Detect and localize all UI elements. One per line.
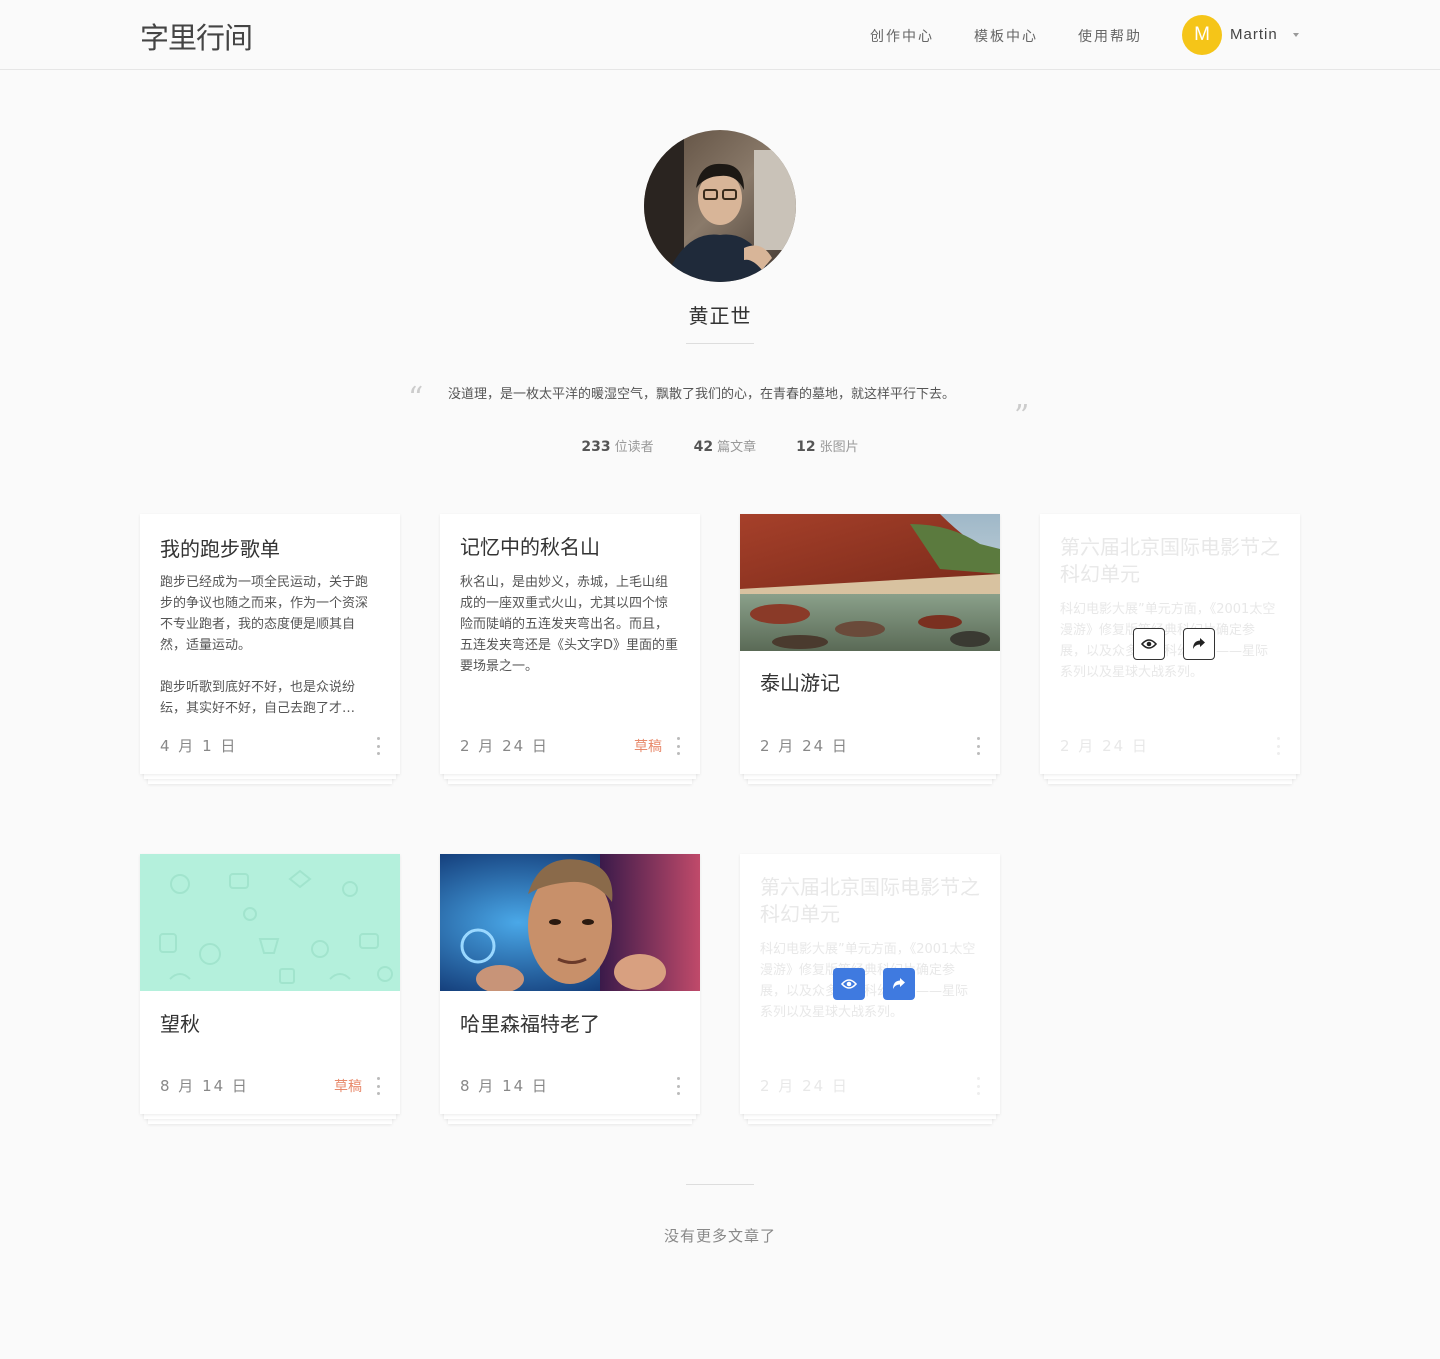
more-icon[interactable]: [374, 737, 382, 755]
quote-open-icon: “: [408, 381, 424, 416]
top-navbar: 字里行间 创作中心 模板中心 使用帮助 M Martin: [0, 0, 1440, 70]
divider: [686, 1184, 754, 1185]
divider: [686, 343, 754, 344]
card-title[interactable]: 我的跑步歌单: [160, 536, 384, 563]
caret-down-icon[interactable]: [1293, 33, 1299, 37]
card-excerpt: 跑步已经成为一项全民运动，关于跑步的争议也随之而来，作为一个资深不专业跑者，我的…: [160, 575, 369, 653]
share-button[interactable]: [883, 968, 915, 1000]
card-date: 2 月 24 日: [760, 1077, 849, 1095]
profile-name: 黄正世: [688, 304, 752, 328]
stat-value: 42: [693, 439, 714, 455]
profile-bio: 没道理，是一枚太平洋的暖湿空气，飘散了我们的心，在青春的墓地，就这样平行下去。: [448, 387, 956, 402]
share-button[interactable]: [1183, 628, 1215, 660]
profile-avatar[interactable]: [644, 130, 796, 282]
card-date: 4 月 1 日: [160, 737, 238, 755]
stat-value: 233: [581, 439, 611, 455]
card-title[interactable]: 哈里森福特老了: [460, 1011, 684, 1038]
end-of-list-message: 没有更多文章了: [663, 1227, 776, 1245]
stat-value: 12: [796, 439, 816, 455]
card-date: 8 月 14 日: [460, 1077, 549, 1095]
card-date: 2 月 24 日: [1060, 737, 1149, 755]
share-icon: [1192, 635, 1206, 654]
more-icon[interactable]: [974, 737, 982, 755]
stat-readers[interactable]: 233 位读者: [581, 436, 653, 455]
card-excerpt: 跑步听歌到底好不好，也是众说纷纭，其实好不好，自己去跑了才…: [160, 680, 356, 716]
profile-stats: 233 位读者 42 篇文章 12 张图片: [0, 436, 1440, 455]
card-cover-image[interactable]: [440, 854, 700, 991]
card-excerpt: 秋名山，是由妙义，赤城，上毛山组成的一座双重式火山，尤其以四个惊险而陡峭的五连发…: [460, 575, 679, 674]
card-excerpt: 科幻电影大展”单元方面，《2001太空漫游》修复版等经典科幻片确定参展，以及众多…: [760, 942, 976, 1020]
stat-articles[interactable]: 42 篇文章: [694, 436, 757, 455]
article-card[interactable]: 泰山游记 2 月 24 日: [740, 514, 1000, 784]
nav-template-center[interactable]: 模板中心: [974, 26, 1038, 46]
card-title[interactable]: 第六届北京国际电影节之科幻单元: [1060, 534, 1284, 588]
share-icon: [892, 975, 906, 994]
article-card-hover[interactable]: 第六届北京国际电影节之科幻单元 科幻电影大展”单元方面，《2001太空漫游》修复…: [740, 854, 1000, 1124]
site-logo[interactable]: 字里行间: [140, 15, 253, 57]
draft-badge: 草稿: [334, 1079, 362, 1095]
preview-button[interactable]: [1133, 628, 1165, 660]
card-title[interactable]: 记忆中的秋名山: [460, 534, 684, 561]
more-icon[interactable]: [1274, 737, 1282, 755]
article-card[interactable]: 哈里森福特老了 8 月 14 日: [440, 854, 700, 1124]
article-card[interactable]: 我的跑步歌单 跑步已经成为一项全民运动，关于跑步的争议也随之而来，作为一个资深不…: [140, 514, 400, 784]
eye-icon: [840, 975, 858, 994]
stat-label: 张图片: [819, 440, 859, 455]
article-card[interactable]: 望秋 8 月 14 日 草稿: [140, 854, 400, 1124]
card-cover-image[interactable]: [140, 854, 400, 991]
stat-label: 篇文章: [717, 440, 757, 455]
card-date: 2 月 24 日: [460, 737, 549, 755]
more-icon[interactable]: [674, 737, 682, 755]
more-icon[interactable]: [374, 1077, 382, 1095]
quote-close-icon: ”: [1014, 399, 1030, 434]
stat-images[interactable]: 12 张图片: [796, 436, 859, 455]
eye-icon: [1140, 635, 1158, 654]
card-date: 8 月 14 日: [160, 1077, 249, 1095]
card-excerpt: 科幻电影大展”单元方面，《2001太空漫游》修复版等经典科幻片确定参展，以及众多…: [1060, 602, 1276, 680]
article-card-hover[interactable]: 第六届北京国际电影节之科幻单元 科幻电影大展”单元方面，《2001太空漫游》修复…: [1040, 514, 1300, 784]
preview-button[interactable]: [833, 968, 865, 1000]
stat-label: 位读者: [614, 440, 654, 455]
user-name[interactable]: Martin: [1230, 26, 1278, 43]
user-avatar[interactable]: M: [1182, 15, 1222, 55]
card-cover-image[interactable]: [740, 514, 1000, 651]
draft-badge: 草稿: [634, 739, 662, 755]
article-card[interactable]: 记忆中的秋名山 秋名山，是由妙义，赤城，上毛山组成的一座双重式火山，尤其以四个惊…: [440, 514, 700, 784]
nav-help[interactable]: 使用帮助: [1078, 26, 1142, 46]
card-title[interactable]: 泰山游记: [760, 670, 984, 697]
card-title[interactable]: 第六届北京国际电影节之科幻单元: [760, 874, 984, 928]
nav-creation-center[interactable]: 创作中心: [870, 26, 934, 46]
card-title[interactable]: 望秋: [160, 1011, 384, 1038]
card-date: 2 月 24 日: [760, 737, 849, 755]
more-icon[interactable]: [974, 1077, 982, 1095]
more-icon[interactable]: [674, 1077, 682, 1095]
